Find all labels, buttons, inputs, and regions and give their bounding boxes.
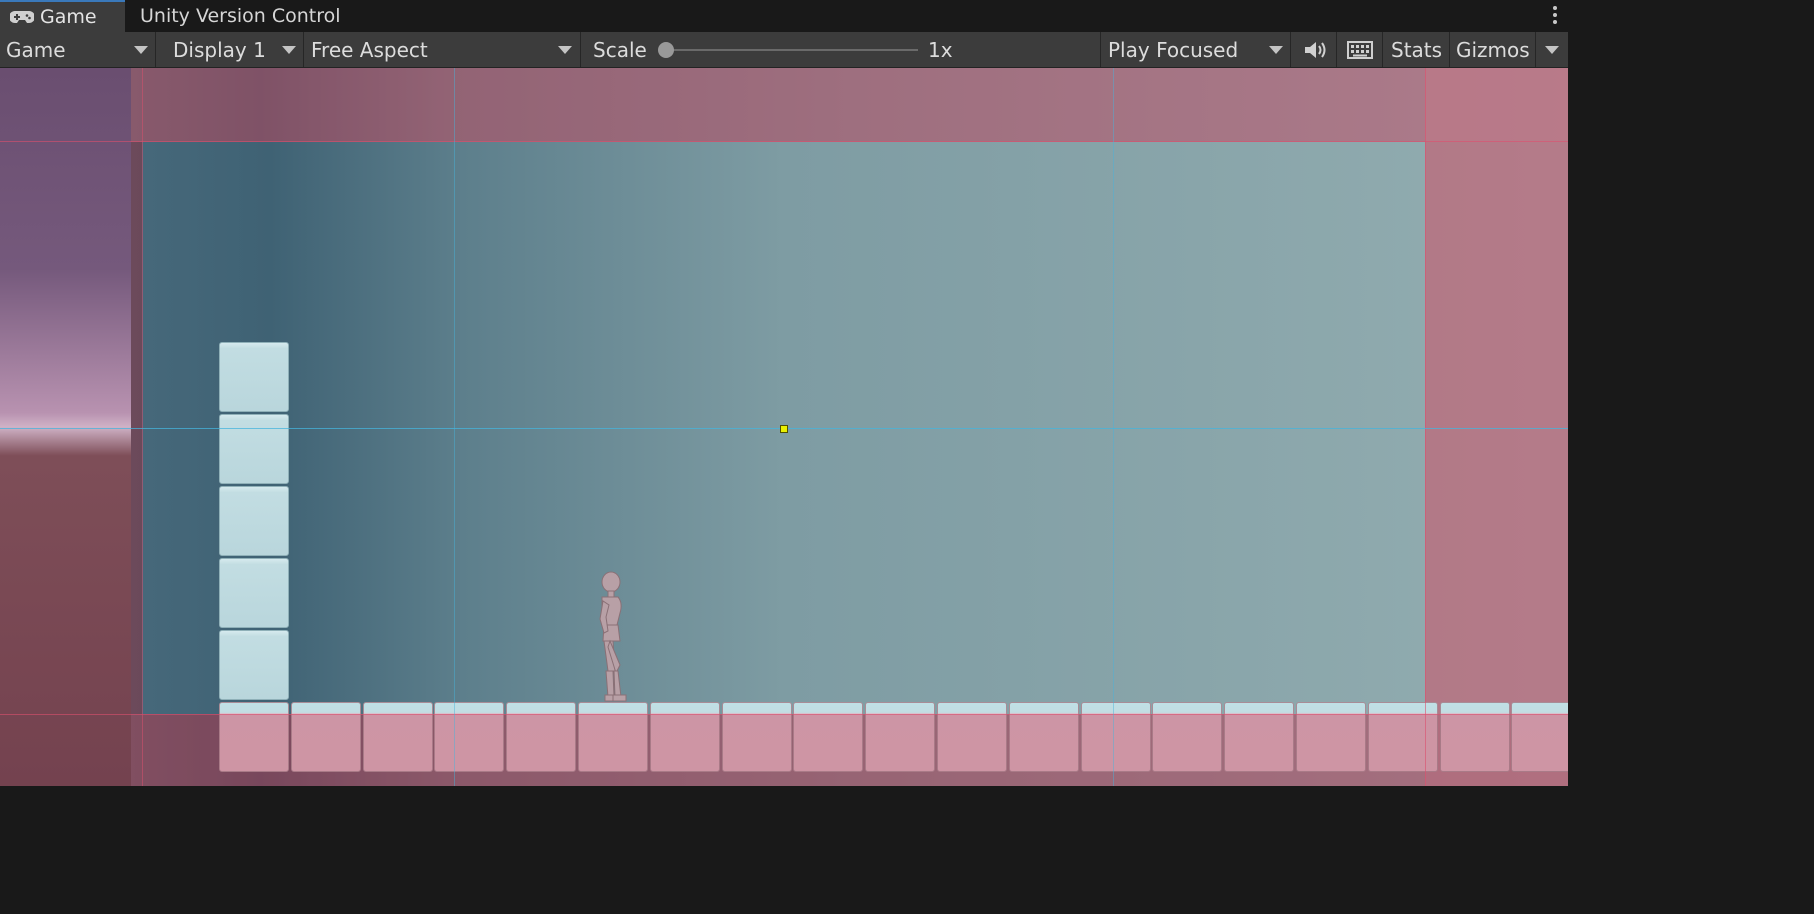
tab-version-control-label: Unity Version Control (140, 5, 341, 27)
dead-zone-guide-top (0, 141, 1568, 142)
speaker-icon[interactable] (1302, 39, 1328, 61)
soft-zone-guide-right (1113, 68, 1114, 786)
camera-target-marker (780, 425, 788, 433)
keyboard-icon[interactable] (1346, 39, 1374, 61)
wall-block (219, 486, 289, 556)
game-viewport[interactable] (0, 68, 1568, 786)
player-character (599, 571, 627, 702)
wall-block (219, 558, 289, 628)
tab-game[interactable]: Game (0, 0, 125, 32)
chevron-down-icon (1545, 46, 1559, 54)
game-view-toolbar: Game Display 1 Free Aspect Scale 1x Play… (0, 32, 1568, 68)
chevron-down-icon (558, 46, 572, 54)
scale-value: 1x (922, 32, 982, 67)
gamepad-icon (10, 11, 34, 23)
wall-block (219, 342, 289, 412)
dead-zone-guide-bottom (0, 714, 1568, 715)
dead-zone-guide-left (142, 68, 143, 786)
scale-slider-track[interactable] (666, 49, 918, 51)
view-type-dropdown[interactable]: Game (0, 32, 155, 67)
dead-zone-guide-right (1425, 68, 1426, 786)
chevron-down-icon (282, 46, 296, 54)
gizmos-label: Gizmos (1456, 37, 1530, 62)
display-value: Display 1 (173, 37, 266, 62)
dead-zone-overlay-bottom (131, 714, 1568, 786)
wall-block (219, 630, 289, 700)
aspect-value: Free Aspect (311, 37, 428, 62)
scale-value-text: 1x (928, 37, 953, 62)
dead-zone-overlay-right (1425, 68, 1568, 786)
scale-label: Scale (587, 32, 667, 67)
window-tab-bar: Game Unity Version Control (0, 0, 1568, 32)
gizmos-dropdown[interactable] (1536, 32, 1568, 67)
chevron-down-icon (1269, 46, 1283, 54)
display-dropdown[interactable]: Display 1 (160, 32, 303, 67)
tab-unity-version-control[interactable]: Unity Version Control (130, 0, 380, 32)
play-mode-dropdown[interactable]: Play Focused (1102, 32, 1290, 67)
wall-block (219, 414, 289, 484)
bottom-border (0, 786, 1568, 790)
chevron-down-icon (134, 46, 148, 54)
aspect-dropdown[interactable]: Free Aspect (305, 32, 580, 67)
scale-slider-handle[interactable] (658, 42, 674, 58)
scale-label-text: Scale (593, 37, 647, 62)
stats-button[interactable]: Stats (1385, 32, 1449, 67)
view-type-value: Game (6, 37, 66, 62)
play-mode-value: Play Focused (1108, 37, 1239, 62)
stats-label: Stats (1391, 37, 1443, 62)
kebab-menu-icon[interactable] (1552, 6, 1558, 26)
soft-zone-guide-left (454, 68, 455, 786)
tab-game-label: Game (40, 6, 97, 28)
dead-zone-overlay (131, 68, 1568, 142)
gizmos-button[interactable]: Gizmos (1450, 32, 1534, 67)
